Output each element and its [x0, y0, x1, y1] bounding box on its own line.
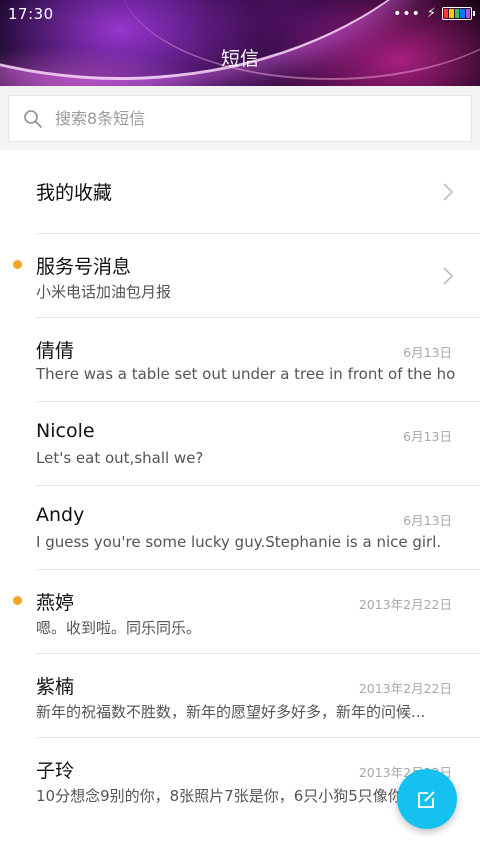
message-preview: 新年的祝福数不胜数，新年的愿望好多好多，新年的问候... [36, 703, 426, 721]
chevron-right-icon [443, 267, 454, 285]
message-date: 6月13日 [403, 513, 452, 528]
contact-name: 紫楠 [36, 676, 75, 698]
charging-icon: ⚡ [426, 5, 436, 21]
chevron-right-icon [443, 183, 454, 201]
notification-dots-icon: ••• [393, 5, 421, 22]
message-preview: Let's eat out,shall we? [36, 449, 204, 467]
message-preview: I guess you're some lucky guy.Stephanie … [36, 533, 442, 551]
conversation-row[interactable]: Andy 6月13日 I guess you're some lucky guy… [0, 486, 480, 570]
contact-name: Nicole [36, 420, 95, 442]
conversation-row[interactable]: 燕婷 2013年2月22日 嗯。收到啦。同乐同乐。 [0, 570, 480, 654]
message-date: 6月13日 [403, 345, 452, 360]
message-date: 2013年2月22日 [358, 681, 452, 696]
contact-name: Andy [36, 504, 85, 526]
compose-icon [418, 791, 435, 808]
conversation-row[interactable]: 倩倩 6月13日 There was a table set out under… [0, 318, 480, 402]
battery-icon [442, 7, 475, 20]
contact-name: 倩倩 [36, 340, 75, 362]
contact-name: 子玲 [36, 760, 75, 782]
service-messages-row[interactable]: 服务号消息 小米电话加油包月报 [0, 234, 480, 318]
search-box[interactable] [8, 95, 472, 142]
search-input[interactable] [55, 96, 455, 141]
compose-button[interactable] [397, 769, 457, 829]
conversation-list: 我的收藏 服务号消息 小米电话加油包月报 倩倩 6月13日 There was … [0, 150, 480, 822]
message-preview: 10分想念9别的你，8张照片7张是你，6只小狗5只像你 [36, 787, 403, 805]
message-date: 2013年2月22日 [358, 597, 452, 612]
page-title: 短信 [220, 48, 259, 70]
unread-dot [13, 260, 22, 269]
unread-dot [13, 596, 22, 605]
header: 17:30 ••• ⚡ 短信 [0, 0, 480, 86]
favorites-row[interactable]: 我的收藏 [0, 150, 480, 234]
conversation-row[interactable]: 紫楠 2013年2月22日 新年的祝福数不胜数，新年的愿望好多好多，新年的问候.… [0, 654, 480, 738]
search-icon [24, 110, 42, 128]
status-time: 17:30 [8, 5, 54, 23]
conversation-row[interactable]: Nicole 6月13日 Let's eat out,shall we? [0, 402, 480, 486]
status-bar: 17:30 ••• ⚡ [0, 0, 480, 28]
message-preview: 嗯。收到啦。同乐同乐。 [36, 619, 202, 637]
search-bar [0, 86, 480, 150]
message-preview: There was a table set out under a tree i… [36, 365, 456, 383]
service-preview: 小米电话加油包月报 [36, 283, 172, 301]
message-date: 6月13日 [403, 429, 452, 444]
service-title: 服务号消息 [36, 256, 132, 278]
contact-name: 燕婷 [36, 592, 75, 614]
favorites-label: 我的收藏 [36, 182, 113, 204]
